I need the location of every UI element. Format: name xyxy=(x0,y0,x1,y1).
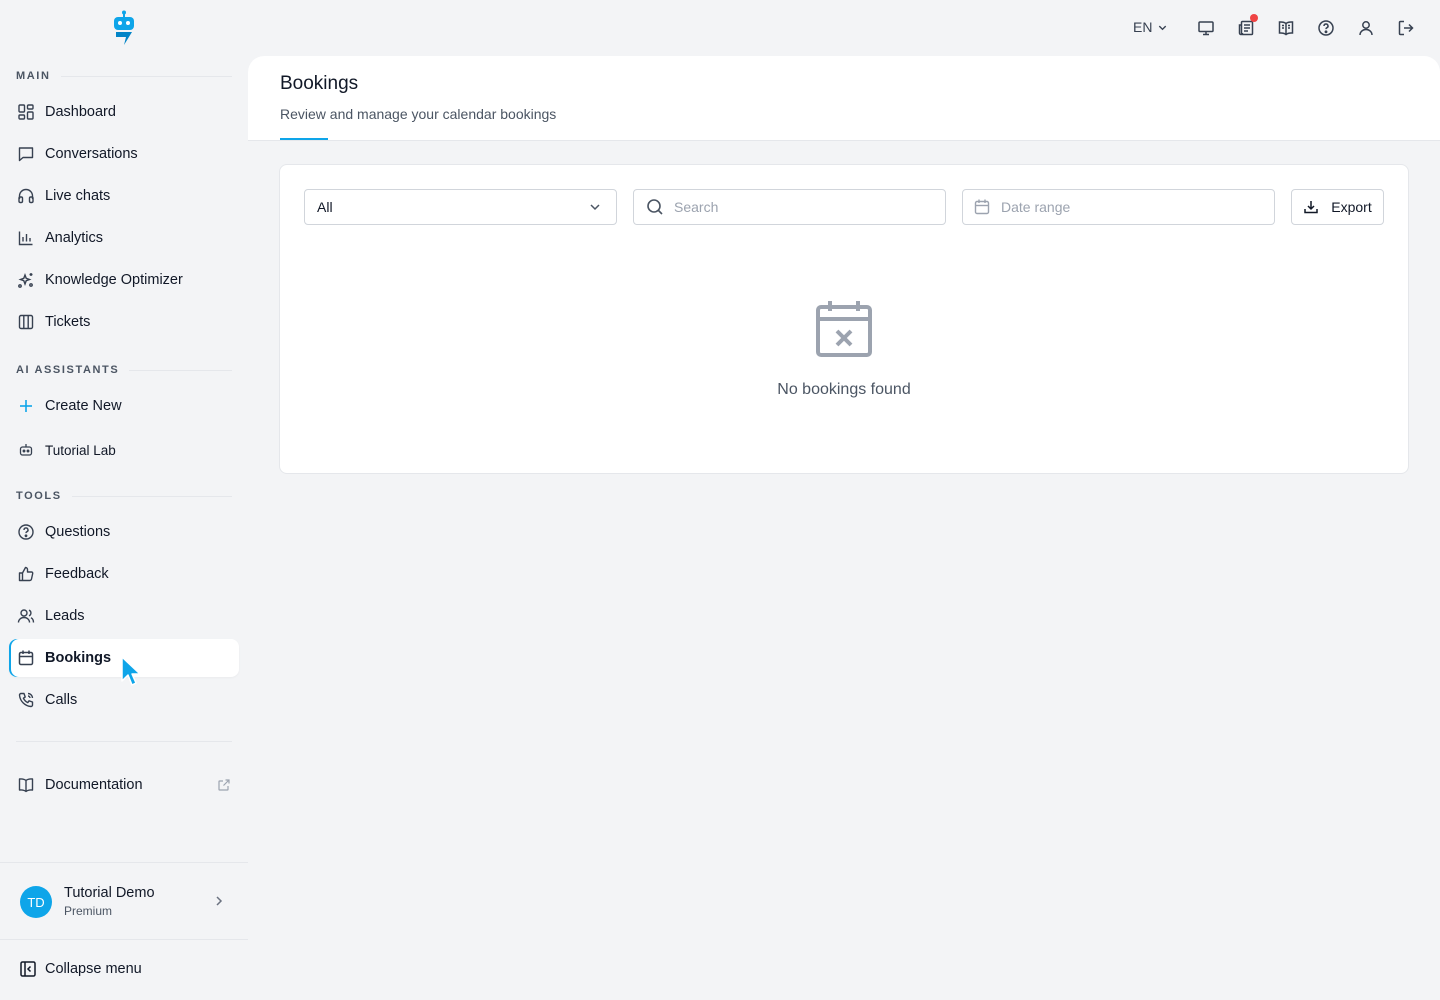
language-label: EN xyxy=(1133,19,1153,35)
plus-icon xyxy=(17,397,35,415)
sidebar-item-label: Create New xyxy=(45,398,122,414)
sidebar-item-documentation[interactable]: Documentation xyxy=(9,766,239,804)
bookings-card: All Export xyxy=(279,164,1409,474)
section-label-ai-assistants: AI ASSISTANTS xyxy=(16,364,232,376)
collapse-menu-label: Collapse menu xyxy=(45,961,142,977)
page-subtitle: Review and manage your calendar bookings xyxy=(280,106,557,122)
calendar-icon xyxy=(17,649,35,667)
search-field[interactable] xyxy=(633,189,946,225)
chevron-down-icon xyxy=(1159,25,1167,30)
sidebar-item-knowledge-optimizer[interactable]: Knowledge Optimizer xyxy=(9,261,239,299)
sidebar-item-label: Leads xyxy=(45,608,85,624)
user-plan: Premium xyxy=(64,904,113,918)
sidebar-item-label: Conversations xyxy=(45,146,138,162)
chevron-right-icon xyxy=(212,894,226,908)
sidebar-divider xyxy=(16,741,232,742)
dashboard-icon xyxy=(17,103,35,121)
sidebar-item-live-chats[interactable]: Live chats xyxy=(9,177,239,215)
question-circle-icon xyxy=(17,523,35,541)
download-icon xyxy=(1304,201,1319,214)
columns-icon xyxy=(17,313,35,331)
app-logo[interactable] xyxy=(110,10,138,46)
collapse-sidebar-icon xyxy=(19,960,37,978)
calendar-icon xyxy=(973,198,991,216)
calendar-x-icon xyxy=(815,299,873,359)
page-title: Bookings xyxy=(280,73,359,94)
book-open-icon xyxy=(17,776,35,794)
sidebar: MAIN Dashboard Conversations Live chats … xyxy=(0,0,248,1000)
page-header: Bookings Review and manage your calendar… xyxy=(248,56,1440,141)
phone-icon xyxy=(17,691,35,709)
export-button[interactable]: Export xyxy=(1291,189,1384,225)
sidebar-item-label: Live chats xyxy=(45,188,111,204)
chat-bubble-icon xyxy=(17,145,35,163)
collapse-menu-button[interactable]: Collapse menu xyxy=(19,960,142,978)
section-label-main: MAIN xyxy=(16,70,232,82)
sidebar-item-label: Bookings xyxy=(45,650,112,666)
user-icon[interactable] xyxy=(1356,18,1376,38)
sidebar-item-leads[interactable]: Leads xyxy=(9,597,239,635)
export-label: Export xyxy=(1331,199,1372,215)
book-icon[interactable] xyxy=(1276,18,1296,38)
notification-dot xyxy=(1250,14,1258,22)
empty-state-message: No bookings found xyxy=(777,381,911,398)
sidebar-item-conversations[interactable]: Conversations xyxy=(9,135,239,173)
thumbs-up-icon xyxy=(17,565,35,583)
headphones-icon xyxy=(17,187,35,205)
users-icon xyxy=(17,607,35,625)
date-range-field[interactable] xyxy=(962,189,1275,225)
sidebar-item-label: Knowledge Optimizer xyxy=(45,272,183,288)
sidebar-item-tickets[interactable]: Tickets xyxy=(9,303,239,341)
robot-icon xyxy=(17,441,35,459)
sidebar-item-label: Documentation xyxy=(45,777,143,793)
logout-icon[interactable] xyxy=(1396,18,1416,38)
sparkles-icon xyxy=(17,271,35,289)
date-range-input[interactable] xyxy=(1001,199,1241,215)
sidebar-item-label: Tutorial Lab xyxy=(45,442,116,458)
monitor-icon[interactable] xyxy=(1196,18,1216,38)
sidebar-item-create-new[interactable]: Create New xyxy=(9,387,239,425)
search-input[interactable] xyxy=(674,199,914,215)
tab-indicator xyxy=(280,138,328,140)
sidebar-item-label: Feedback xyxy=(45,566,109,582)
sidebar-item-label: Questions xyxy=(45,524,111,540)
avatar: TD xyxy=(20,886,52,918)
language-selector[interactable]: EN xyxy=(1133,19,1168,35)
user-profile[interactable]: TD Tutorial Demo Premium xyxy=(0,862,248,940)
search-icon xyxy=(646,198,664,216)
help-icon[interactable] xyxy=(1316,18,1336,38)
mouse-cursor-icon xyxy=(120,655,142,687)
bar-chart-icon xyxy=(17,229,35,247)
news-icon[interactable] xyxy=(1236,14,1258,38)
sidebar-item-feedback[interactable]: Feedback xyxy=(9,555,239,593)
chevron-down-icon xyxy=(588,200,602,214)
sidebar-item-analytics[interactable]: Analytics xyxy=(9,219,239,257)
status-filter-select[interactable]: All xyxy=(304,189,617,225)
external-link-icon xyxy=(217,778,231,792)
sidebar-item-label: Tickets xyxy=(45,314,91,330)
sidebar-item-label: Dashboard xyxy=(45,104,116,120)
status-filter-value: All xyxy=(317,199,333,215)
sidebar-item-questions[interactable]: Questions xyxy=(9,513,239,551)
sidebar-item-dashboard[interactable]: Dashboard xyxy=(9,93,239,131)
user-name: Tutorial Demo xyxy=(64,885,155,901)
sidebar-item-label: Analytics xyxy=(45,230,104,246)
sidebar-item-tutorial-lab[interactable]: Tutorial Lab xyxy=(9,431,239,469)
main-content: Bookings Review and manage your calendar… xyxy=(248,56,1440,1000)
section-label-tools: TOOLS xyxy=(16,490,232,502)
sidebar-item-label: Calls xyxy=(45,692,78,708)
